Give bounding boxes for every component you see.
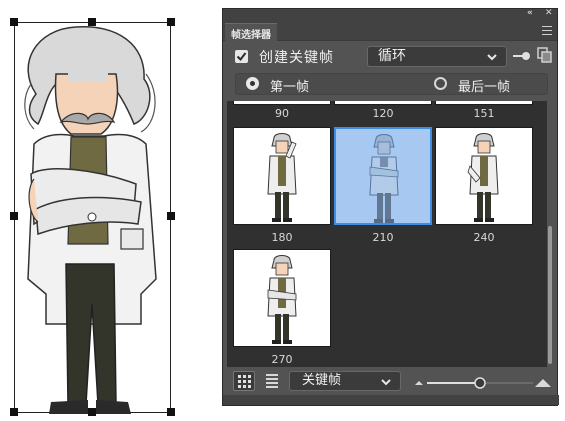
- grid-view-icon: [238, 375, 251, 388]
- frame-filter-value: 关键帧: [302, 373, 342, 388]
- panel-tab-bar: 帧选择器: [223, 21, 557, 41]
- frame-filter-dropdown[interactable]: 关键帧: [289, 371, 401, 391]
- scrollbar-thumb[interactable]: [548, 226, 552, 364]
- first-frame-radio[interactable]: [246, 77, 259, 90]
- frame-number: 151: [473, 107, 495, 120]
- last-frame-label: 最后一帧: [458, 80, 511, 95]
- tab-frame-picker[interactable]: 帧选择器: [225, 23, 277, 41]
- chevron-down-icon: [381, 379, 391, 386]
- thumbnail-zoom-slider[interactable]: [413, 373, 553, 391]
- character-thumbnail: [267, 255, 297, 344]
- frame-grid-scrollbar[interactable]: [548, 101, 553, 367]
- checkmark-icon: [236, 52, 247, 62]
- create-keyframe-checkbox[interactable]: [235, 50, 248, 63]
- range-row: 第一帧 最后一帧: [235, 73, 548, 95]
- frame-number: 270: [271, 353, 293, 366]
- close-icon[interactable]: ✕: [545, 8, 553, 18]
- grid-view-button[interactable]: [233, 371, 255, 391]
- list-view-icon[interactable]: [265, 373, 279, 389]
- loop-mode-value: 循环: [378, 48, 406, 64]
- copy-icon[interactable]: [537, 47, 553, 63]
- frame-picker-panel: « ✕ 帧选择器 创建关键帧 循环 第一帧 最后一帧 90 120 151 18…: [222, 8, 559, 406]
- frame-number: 240: [473, 231, 495, 244]
- loop-mode-dropdown[interactable]: 循环: [367, 46, 507, 67]
- zoom-out-icon[interactable]: [415, 381, 423, 385]
- frame-thumbnail[interactable]: [233, 127, 331, 225]
- link-icon[interactable]: [513, 50, 531, 62]
- panel-resize-strip[interactable]: [223, 395, 559, 405]
- frame-number: 180: [271, 231, 293, 244]
- collapse-icon[interactable]: «: [527, 8, 533, 18]
- stage-canvas[interactable]: [0, 0, 200, 421]
- create-keyframe-label: 创建关键帧: [259, 50, 334, 66]
- options-row: 创建关键帧 循环: [223, 43, 559, 69]
- chevron-down-icon: [487, 54, 497, 61]
- frame-thumbnail[interactable]: [435, 127, 533, 225]
- frame-number: 120: [372, 107, 394, 120]
- last-frame-radio[interactable]: [434, 77, 447, 90]
- zoom-slider-knob[interactable]: [474, 377, 486, 389]
- frame-thumbnail-selected[interactable]: [334, 127, 432, 225]
- character-thumbnail: [369, 134, 399, 223]
- frame-number: 90: [275, 107, 289, 120]
- character-thumbnail: [267, 133, 297, 222]
- first-frame-label: 第一帧: [270, 80, 310, 95]
- frame-grid[interactable]: 90 120 151 180 210 240 270: [227, 101, 547, 367]
- panel-menu-icon[interactable]: [542, 26, 552, 35]
- frame-thumbnail[interactable]: [233, 249, 331, 347]
- panel-title-strip: « ✕: [223, 8, 557, 21]
- panel-bottom-toolbar: 关键帧: [223, 369, 559, 395]
- zoom-in-icon[interactable]: [535, 379, 551, 387]
- scientist-character[interactable]: [16, 24, 171, 414]
- character-thumbnail: [467, 133, 499, 222]
- frame-number: 210: [372, 231, 394, 244]
- screen: « ✕ 帧选择器 创建关键帧 循环 第一帧 最后一帧 90 120 151 18…: [0, 0, 565, 421]
